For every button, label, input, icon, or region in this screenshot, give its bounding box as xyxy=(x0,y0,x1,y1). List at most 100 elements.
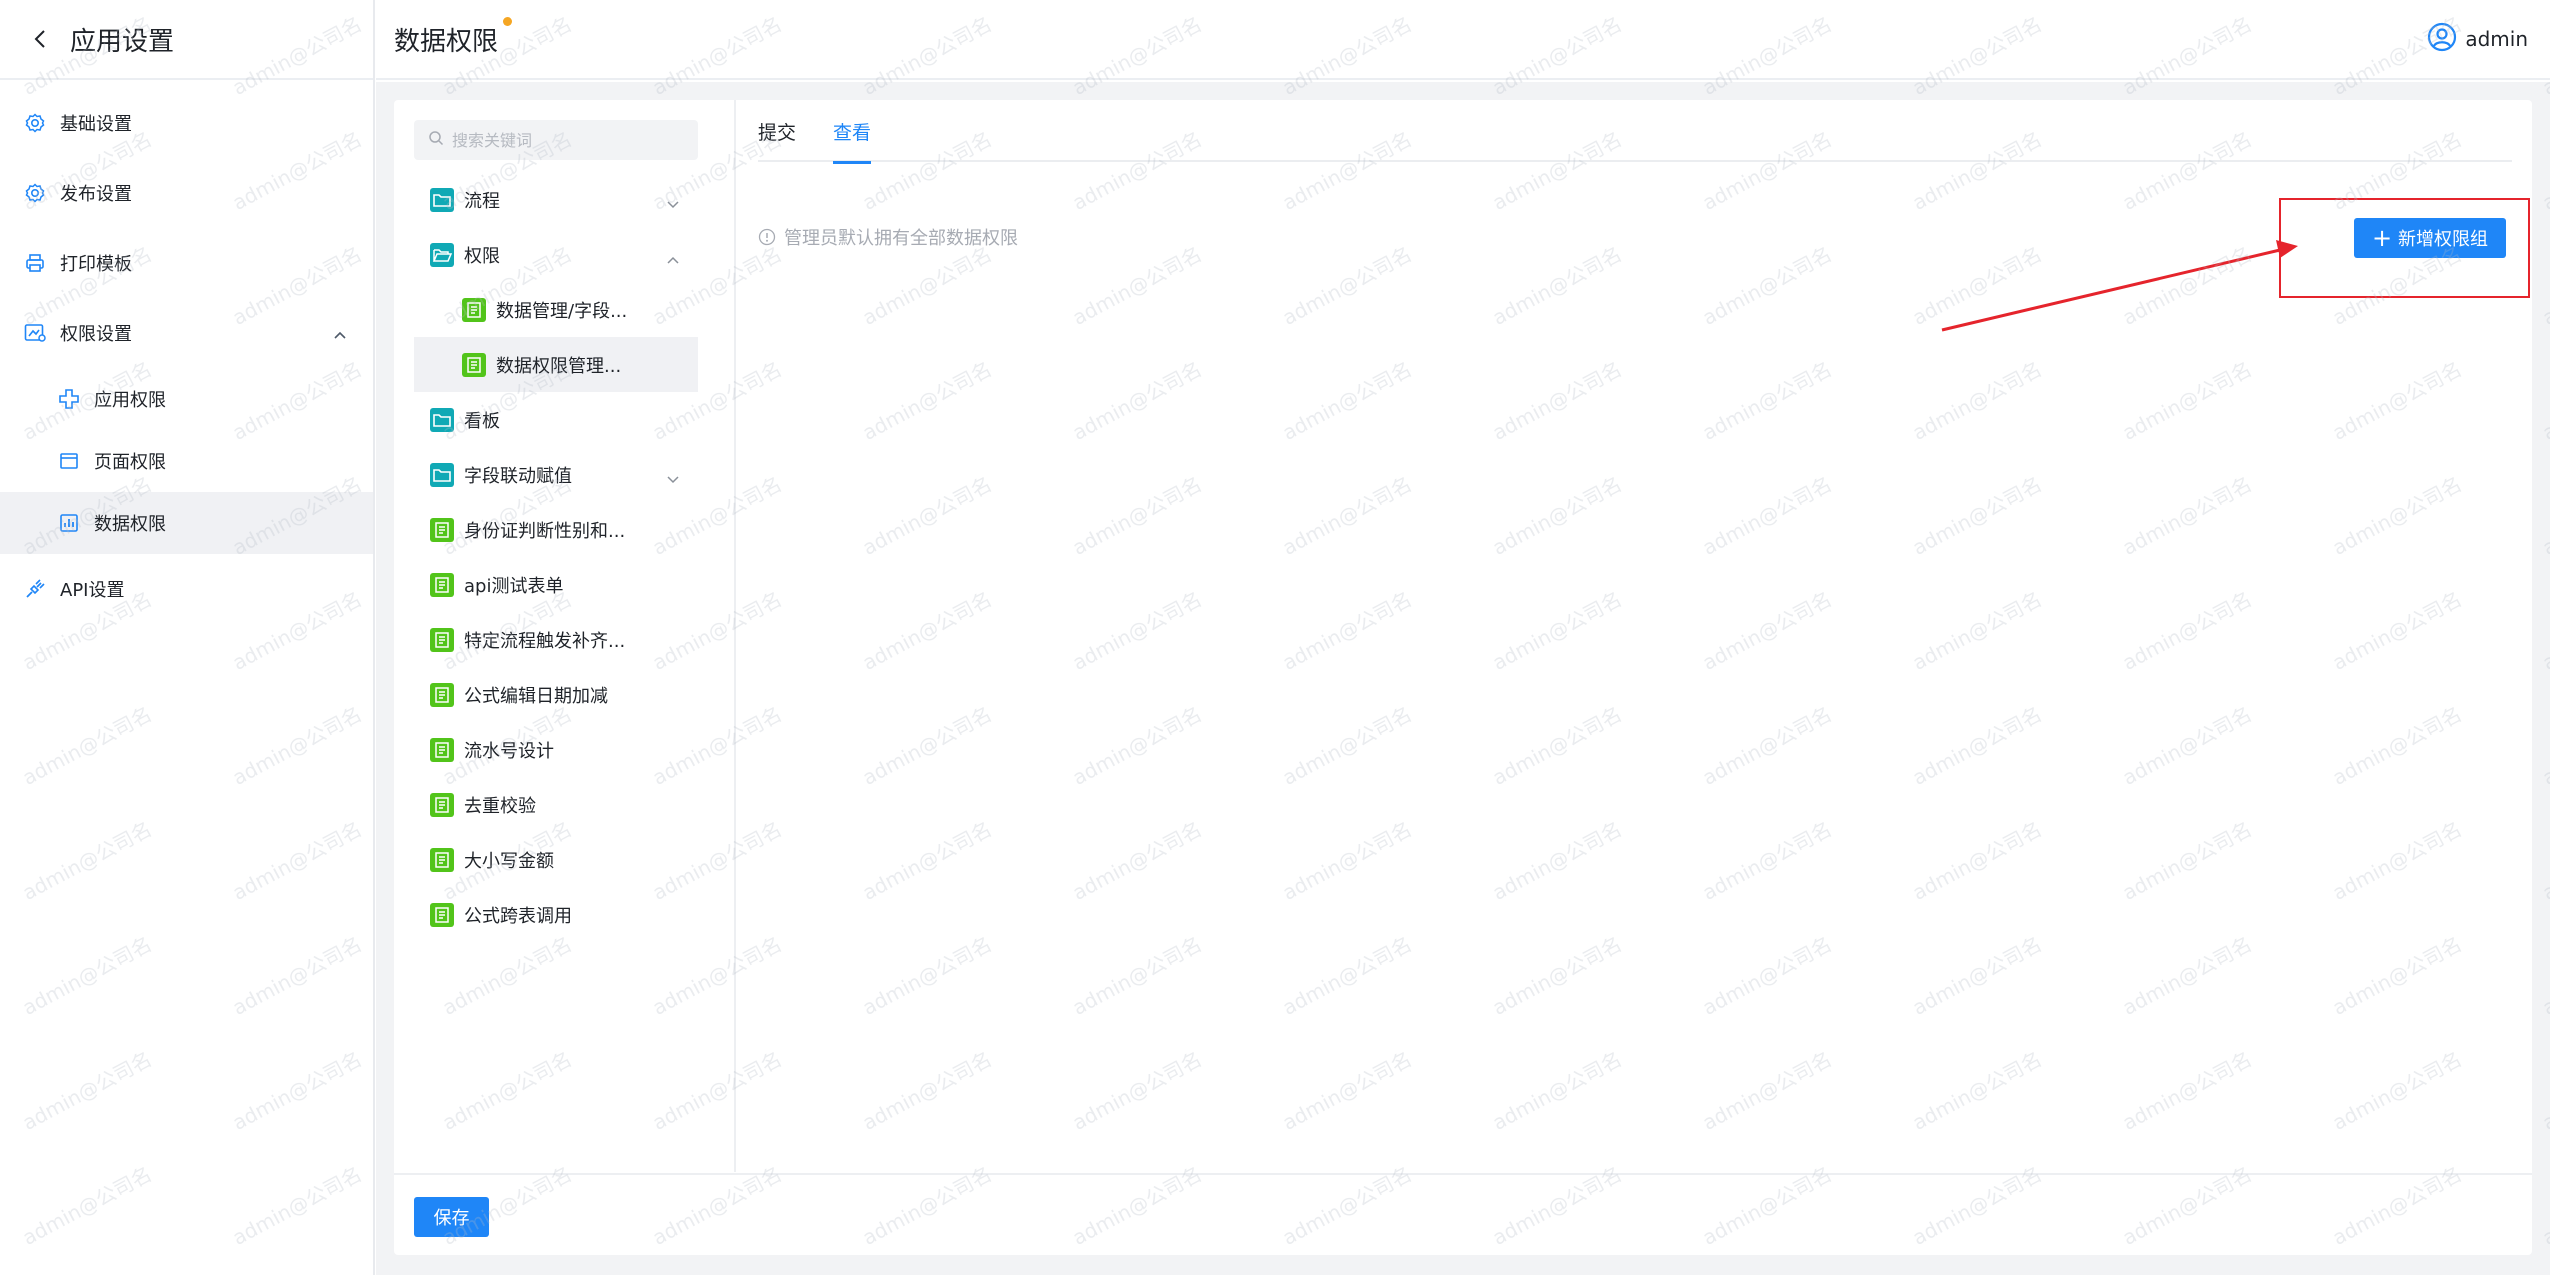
api-icon xyxy=(24,578,46,600)
tree-node-form[interactable]: api测试表单 xyxy=(414,557,698,612)
tree-node-label: api测试表单 xyxy=(464,575,564,597)
form-icon xyxy=(462,352,486,377)
permission-icon xyxy=(24,322,46,344)
search-input[interactable] xyxy=(452,130,682,150)
save-button[interactable]: 保存 xyxy=(414,1197,489,1237)
sidebar-item-publish-settings[interactable]: 发布设置 xyxy=(0,158,373,228)
info-icon xyxy=(758,228,776,246)
gear-icon xyxy=(24,182,46,204)
tab-bar: 提交 查看 xyxy=(758,118,2512,164)
tree-node-label: 数据管理/字段... xyxy=(496,300,628,322)
admin-tip: 管理员默认拥有全部数据权限 xyxy=(758,224,1018,250)
tree-node-form-selected[interactable]: 数据权限管理... xyxy=(414,337,698,392)
printer-icon xyxy=(24,252,46,274)
user-name: admin xyxy=(2465,27,2528,51)
folder-open-icon xyxy=(430,242,454,267)
sidebar-header: 应用设置 xyxy=(0,0,373,80)
sidebar-item-page-permission[interactable]: 页面权限 xyxy=(0,430,373,492)
form-icon xyxy=(430,572,454,597)
page-permission-icon xyxy=(58,450,80,472)
sidebar-item-label: 基础设置 xyxy=(60,114,132,135)
tree-node-label: 去重校验 xyxy=(464,795,536,817)
content-frame: 流程 权限 数据管理/字段... 数据权限管理... xyxy=(376,82,2550,1275)
tree-node-folder-permission[interactable]: 权限 xyxy=(414,227,698,282)
page-title-text: 数据权限 xyxy=(394,26,499,57)
top-bar: 数据权限 admin xyxy=(376,0,2550,80)
search-box[interactable] xyxy=(414,120,698,160)
form-icon xyxy=(430,737,454,762)
sidebar-item-app-permission[interactable]: 应用权限 xyxy=(0,368,373,430)
sidebar-menu: 基础设置 发布设置 打印模板 权限设置 应用权限 页面权限 数据权限 API设置 xyxy=(0,80,373,624)
footer-bar: 保存 xyxy=(394,1173,2532,1255)
tree-node-folder-field-linkage[interactable]: 字段联动赋值 xyxy=(414,447,698,502)
tab-view[interactable]: 查看 xyxy=(833,118,872,164)
tree-node-label: 数据权限管理... xyxy=(496,355,622,377)
sidebar-item-basic-settings[interactable]: 基础设置 xyxy=(0,88,373,158)
form-icon xyxy=(430,682,454,707)
tree-node-label: 看板 xyxy=(464,410,500,432)
tree-node-form[interactable]: 身份证判断性别和... xyxy=(414,502,698,557)
content-card: 流程 权限 数据管理/字段... 数据权限管理... xyxy=(394,100,2532,1255)
active-tab-indicator xyxy=(833,161,872,164)
tree-node-form[interactable]: 去重校验 xyxy=(414,777,698,832)
tree-node-folder-dashboard[interactable]: 看板 xyxy=(414,392,698,447)
tree-node-label: 大小写金额 xyxy=(464,850,554,872)
tab-label: 查看 xyxy=(833,122,872,144)
sidebar: 应用设置 基础设置 发布设置 打印模板 权限设置 应用权限 页面权限 数据权限 … xyxy=(0,0,375,1275)
tree-node-form[interactable]: 公式编辑日期加减 xyxy=(414,667,698,722)
tree-node-label: 特定流程触发补齐... xyxy=(464,630,626,652)
tab-label: 提交 xyxy=(758,122,797,144)
page-title: 数据权限 xyxy=(394,16,513,58)
form-icon xyxy=(430,847,454,872)
user-avatar-icon xyxy=(2427,22,2457,56)
chevron-up-icon xyxy=(333,324,347,345)
user-menu[interactable]: admin xyxy=(2427,22,2528,56)
tree-node-form[interactable]: 特定流程触发补齐... xyxy=(414,612,698,667)
back-icon[interactable] xyxy=(30,29,50,49)
chevron-down-icon[interactable] xyxy=(666,194,680,215)
add-permission-group-button[interactable]: + 新增权限组 xyxy=(2354,218,2506,258)
tree-node-form[interactable]: 流水号设计 xyxy=(414,722,698,777)
tree-node-label: 权限 xyxy=(464,245,500,267)
folder-icon xyxy=(430,187,454,212)
permission-main-panel: 提交 查看 管理员默认拥有全部数据权限 + 新增权限组 xyxy=(738,100,2532,1172)
search-icon xyxy=(428,130,444,150)
tree-node-form[interactable]: 数据管理/字段... xyxy=(414,282,698,337)
tree-node-label: 公式跨表调用 xyxy=(464,905,572,927)
chevron-up-icon[interactable] xyxy=(666,249,680,270)
tree-nodes: 流程 权限 数据管理/字段... 数据权限管理... 看板 字段联动赋值 身份证… xyxy=(414,172,698,942)
form-icon xyxy=(430,902,454,927)
tab-submit[interactable]: 提交 xyxy=(758,118,796,162)
sidebar-item-label: 权限设置 xyxy=(60,324,132,345)
sidebar-item-print-template[interactable]: 打印模板 xyxy=(0,228,373,298)
tree-node-label: 公式编辑日期加减 xyxy=(464,685,608,707)
tree-node-label: 流程 xyxy=(464,190,500,212)
form-icon xyxy=(462,297,486,322)
gear-icon xyxy=(24,112,46,134)
sidebar-item-label: 数据权限 xyxy=(94,514,166,535)
form-icon xyxy=(430,792,454,817)
unsaved-dot-icon xyxy=(503,16,513,26)
form-tree-panel: 流程 权限 数据管理/字段... 数据权限管理... xyxy=(394,100,736,1172)
sidebar-item-label: 页面权限 xyxy=(94,452,166,473)
folder-icon xyxy=(430,462,454,487)
folder-icon xyxy=(430,407,454,432)
tree-node-form[interactable]: 公式跨表调用 xyxy=(414,887,698,942)
tree-node-label: 字段联动赋值 xyxy=(464,465,572,487)
sidebar-title: 应用设置 xyxy=(70,26,175,57)
tree-node-form[interactable]: 大小写金额 xyxy=(414,832,698,887)
tree-node-folder-process[interactable]: 流程 xyxy=(414,172,698,227)
sidebar-item-label: 应用权限 xyxy=(94,390,166,411)
sidebar-item-label: 发布设置 xyxy=(60,184,132,205)
form-icon xyxy=(430,517,454,542)
chevron-down-icon[interactable] xyxy=(666,469,680,490)
tree-node-label: 身份证判断性别和... xyxy=(464,520,626,542)
admin-tip-text: 管理员默认拥有全部数据权限 xyxy=(784,228,1018,249)
sidebar-item-label: API设置 xyxy=(60,580,125,601)
app-permission-icon xyxy=(58,388,80,410)
sidebar-item-data-permission[interactable]: 数据权限 xyxy=(0,492,373,554)
tree-node-label: 流水号设计 xyxy=(464,740,554,762)
sidebar-item-permission-settings[interactable]: 权限设置 xyxy=(0,298,373,368)
data-permission-icon xyxy=(58,512,80,534)
sidebar-item-api-settings[interactable]: API设置 xyxy=(0,554,373,624)
